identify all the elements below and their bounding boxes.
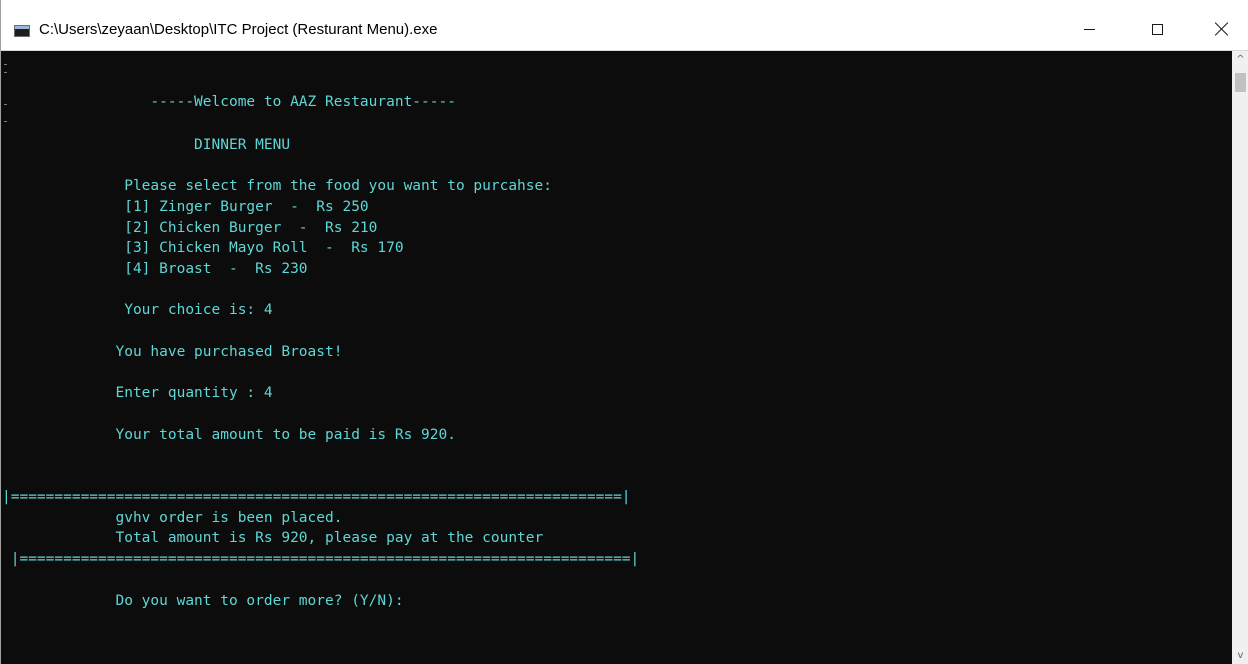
scroll-down-arrow-icon[interactable]: v xyxy=(1232,647,1248,664)
console-app-icon[interactable] xyxy=(14,25,30,37)
console-edge-mark xyxy=(4,72,7,73)
maximize-button[interactable] xyxy=(1134,0,1180,50)
close-icon xyxy=(1215,22,1229,36)
order-placed-line: gvhv order is been placed. xyxy=(2,510,343,526)
menu-item-2: [2] Chicken Burger - Rs 210 xyxy=(2,220,378,236)
menu-item-3: [3] Chicken Mayo Roll - Rs 170 xyxy=(2,240,404,256)
console-output[interactable]: -----Welcome to AAZ Restaurant----- DINN… xyxy=(2,51,1232,664)
window-title: C:\Users\zeyaan\Desktop\ITC Project (Res… xyxy=(39,21,438,38)
vertical-scrollbar[interactable]: ^ v xyxy=(1232,51,1248,664)
menu-item-4: [4] Broast - Rs 230 xyxy=(2,261,308,277)
console-edge-mark xyxy=(4,64,7,65)
border-top-line: |=======================================… xyxy=(2,489,631,505)
console-window: C:\Users\zeyaan\Desktop\ITC Project (Res… xyxy=(0,0,1248,664)
minimize-icon xyxy=(1083,28,1095,30)
minimize-button[interactable] xyxy=(1066,0,1112,50)
scrollbar-thumb[interactable] xyxy=(1235,73,1246,92)
menu-title-line: DINNER MENU xyxy=(2,137,291,153)
quantity-line: Enter quantity : 4 xyxy=(2,385,273,401)
welcome-line: -----Welcome to AAZ Restaurant----- xyxy=(2,94,456,110)
border-bottom-line: |=======================================… xyxy=(2,551,640,567)
order-more-prompt: Do you want to order more? (Y/N): xyxy=(2,593,404,609)
close-button[interactable] xyxy=(1199,0,1245,50)
select-prompt-line: Please select from the food you want to … xyxy=(2,178,552,194)
menu-item-1: [1] Zinger Burger - Rs 250 xyxy=(2,199,369,215)
purchased-line: You have purchased Broast! xyxy=(2,344,343,360)
total-line: Your total amount to be paid is Rs 920. xyxy=(2,427,456,443)
scroll-up-arrow-icon[interactable]: ^ xyxy=(1232,51,1248,68)
choice-line: Your choice is: 4 xyxy=(2,302,273,318)
title-bar[interactable]: C:\Users\zeyaan\Desktop\ITC Project (Res… xyxy=(1,0,1248,51)
maximize-icon xyxy=(1151,23,1163,35)
console-edge-mark xyxy=(4,121,7,122)
counter-line: Total amount is Rs 920, please pay at th… xyxy=(2,530,544,546)
